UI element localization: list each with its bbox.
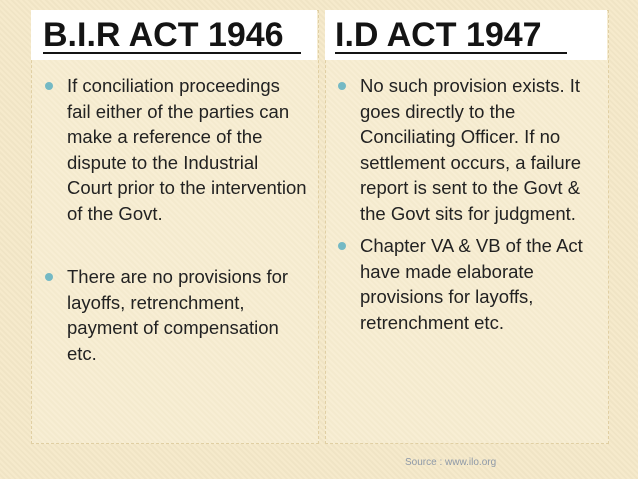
bullet-item: If conciliation proceedings fail either … — [43, 73, 308, 226]
left-title-underline — [43, 52, 301, 54]
bullet-text: Chapter VA & VB of the Act have made ela… — [360, 235, 583, 333]
left-bullet-list: If conciliation proceedings fail either … — [43, 73, 308, 366]
bullet-text: If conciliation proceedings fail either … — [67, 75, 307, 224]
bullet-text: There are no provisions for layoffs, ret… — [67, 266, 289, 364]
bullet-dot-icon — [338, 82, 346, 90]
source-credit: Source : www.ilo.org — [405, 457, 497, 468]
bullet-item: No such provision exists. It goes direct… — [336, 73, 602, 226]
bullet-dot-icon — [338, 242, 346, 250]
right-bullet-list: No such provision exists. It goes direct… — [336, 73, 602, 335]
bullet-item: There are no provisions for layoffs, ret… — [43, 264, 308, 366]
bullet-item: Chapter VA & VB of the Act have made ela… — [336, 233, 602, 335]
bullet-dot-icon — [45, 273, 53, 281]
bullet-dot-icon — [45, 82, 53, 90]
right-title-underline — [335, 52, 567, 54]
bullet-text: No such provision exists. It goes direct… — [360, 75, 582, 224]
